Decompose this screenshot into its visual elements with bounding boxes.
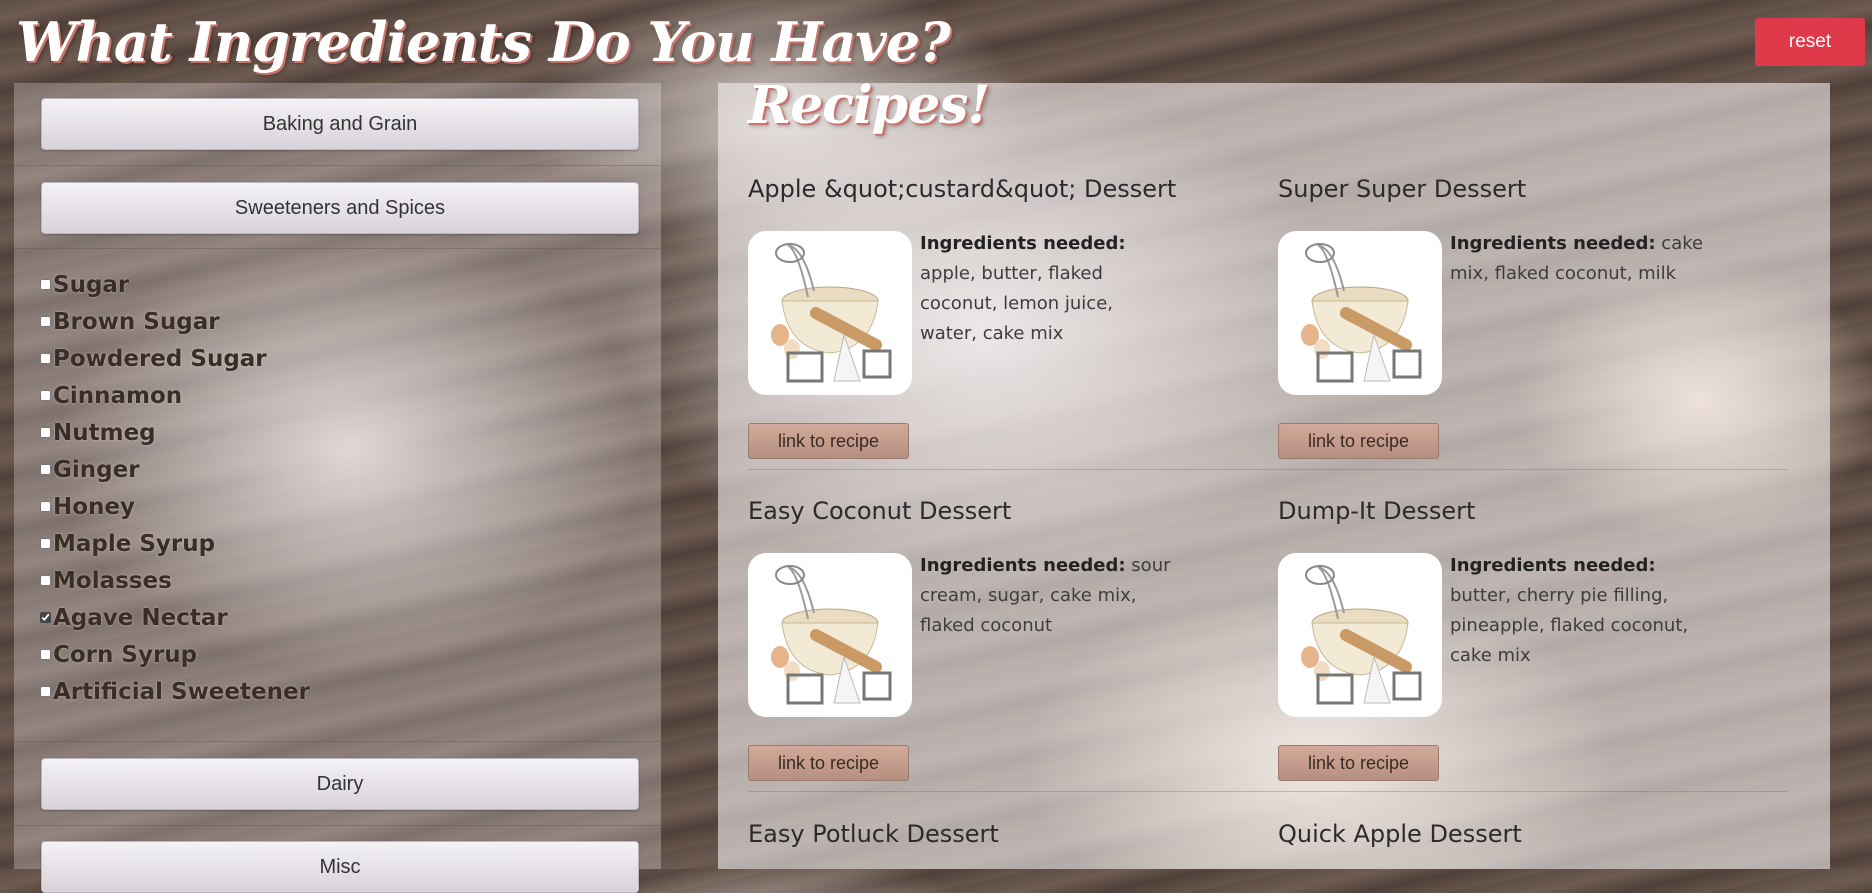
ingredient-label[interactable]: Agave Nectar [53,605,228,631]
ingredient-label[interactable]: Molasses [53,568,172,594]
checklist-item[interactable]: Brown Sugar [40,303,640,340]
ingredient-label[interactable]: Honey [53,494,135,520]
ingredient-checkbox[interactable] [40,686,51,697]
recipe-card: Easy Potluck Dessert [748,820,1248,869]
ingredient-checkbox[interactable] [40,612,51,623]
ingredient-checkbox[interactable] [40,390,51,401]
recipes-panel: Recipes! Apple &quot;custard&quot; Desse… [718,75,1830,869]
ingredient-checkbox[interactable] [40,649,51,660]
ingredient-checkbox[interactable] [40,538,51,549]
ingredients-label: Ingredients needed: [1450,555,1656,576]
recipe-card: Easy Coconut Dessert Ingredients needed:… [748,497,1248,819]
checklist-item[interactable]: Corn Syrup [40,636,640,673]
checklist-item[interactable]: Sugar [40,266,640,303]
baking-tools-icon [1301,243,1422,383]
link-to-recipe-button[interactable]: link to recipe [748,745,909,781]
checklist-item[interactable]: Maple Syrup [40,525,640,562]
baking-tools-icon [771,243,892,383]
ingredient-label[interactable]: Maple Syrup [53,531,215,557]
recipe-card: Quick Apple Dessert [1278,820,1778,869]
ingredient-label[interactable]: Corn Syrup [53,642,197,668]
ingredient-label[interactable]: Sugar [53,272,129,298]
recipe-title: Super Super Dessert [1278,175,1527,203]
recipe-image [748,231,912,395]
reset-button[interactable]: reset [1755,18,1865,66]
recipe-card: Super Super Dessert Ingredients needed: … [1278,175,1778,497]
recipe-image [1278,553,1442,717]
recipes-heading: Recipes! [748,75,990,136]
ingredients-list: apple, butter, flaked coconut, lemon jui… [920,263,1113,344]
divider [748,469,1788,470]
category-button-baking-and-grain[interactable]: Baking and Grain [41,98,639,150]
recipe-ingredients: Ingredients needed: cake mix, flaked coc… [1450,229,1705,289]
ingredient-checkbox[interactable] [40,427,51,438]
checklist-item[interactable]: Cinnamon [40,377,640,414]
checklist-item[interactable]: Artificial Sweetener [40,673,640,710]
recipe-image [1278,231,1442,395]
ingredient-label[interactable]: Ginger [53,457,140,483]
ingredients-label: Ingredients needed: [1450,233,1656,254]
ingredients-label: Ingredients needed: [920,233,1126,254]
checklist-item[interactable]: Powdered Sugar [40,340,640,377]
recipe-title: Quick Apple Dessert [1278,820,1522,848]
recipe-ingredients: Ingredients needed: apple, butter, flake… [920,229,1175,349]
ingredients-list: butter, cherry pie filling, pineapple, f… [1450,585,1689,666]
recipe-ingredients: Ingredients needed: butter, cherry pie f… [1450,551,1705,671]
link-to-recipe-button[interactable]: link to recipe [1278,423,1439,459]
checklist-item[interactable]: Nutmeg [40,414,640,451]
divider [14,825,661,826]
recipe-image [748,553,912,717]
ingredient-label[interactable]: Cinnamon [53,383,182,409]
checklist-item[interactable]: Molasses [40,562,640,599]
category-button-misc[interactable]: Misc [41,841,639,893]
baking-tools-icon [771,565,892,705]
ingredient-checkbox[interactable] [40,575,51,586]
recipe-card: Dump-It Dessert Ingredients needed: butt… [1278,497,1778,819]
page-title: What Ingredients Do You Have? [16,10,951,74]
ingredient-label[interactable]: Powdered Sugar [53,346,267,372]
recipe-title: Easy Potluck Dessert [748,820,999,848]
checklist-item[interactable]: Ginger [40,451,640,488]
recipe-title: Easy Coconut Dessert [748,497,1012,525]
recipe-title: Apple &quot;custard&quot; Dessert [748,175,1177,203]
ingredient-checkbox[interactable] [40,353,51,364]
ingredient-label[interactable]: Artificial Sweetener [53,679,310,705]
category-button-sweeteners-and-spices[interactable]: Sweeteners and Spices [41,182,639,234]
ingredient-checkbox[interactable] [40,464,51,475]
sweeteners-checklist: Sugar Brown Sugar Powdered Sugar Cinnamo… [40,266,640,710]
link-to-recipe-button[interactable]: link to recipe [1278,745,1439,781]
checklist-item[interactable]: Agave Nectar [40,599,640,636]
recipe-title: Dump-It Dessert [1278,497,1476,525]
divider [14,248,661,249]
divider [748,791,1788,792]
ingredient-checkbox[interactable] [40,279,51,290]
baking-tools-icon [1301,565,1422,705]
checklist-item[interactable]: Honey [40,488,640,525]
recipe-ingredients: Ingredients needed: sour cream, sugar, c… [920,551,1175,641]
recipe-card: Apple &quot;custard&quot; Dessert Ingred… [748,175,1248,497]
ingredient-label[interactable]: Nutmeg [53,420,156,446]
ingredient-checkbox[interactable] [40,501,51,512]
divider [14,741,661,742]
category-button-dairy[interactable]: Dairy [41,758,639,810]
ingredients-label: Ingredients needed: [920,555,1126,576]
link-to-recipe-button[interactable]: link to recipe [748,423,909,459]
ingredient-label[interactable]: Brown Sugar [53,309,220,335]
divider [14,165,661,166]
ingredient-checkbox[interactable] [40,316,51,327]
ingredient-panel: Baking and Grain Sweeteners and Spices S… [14,83,661,893]
